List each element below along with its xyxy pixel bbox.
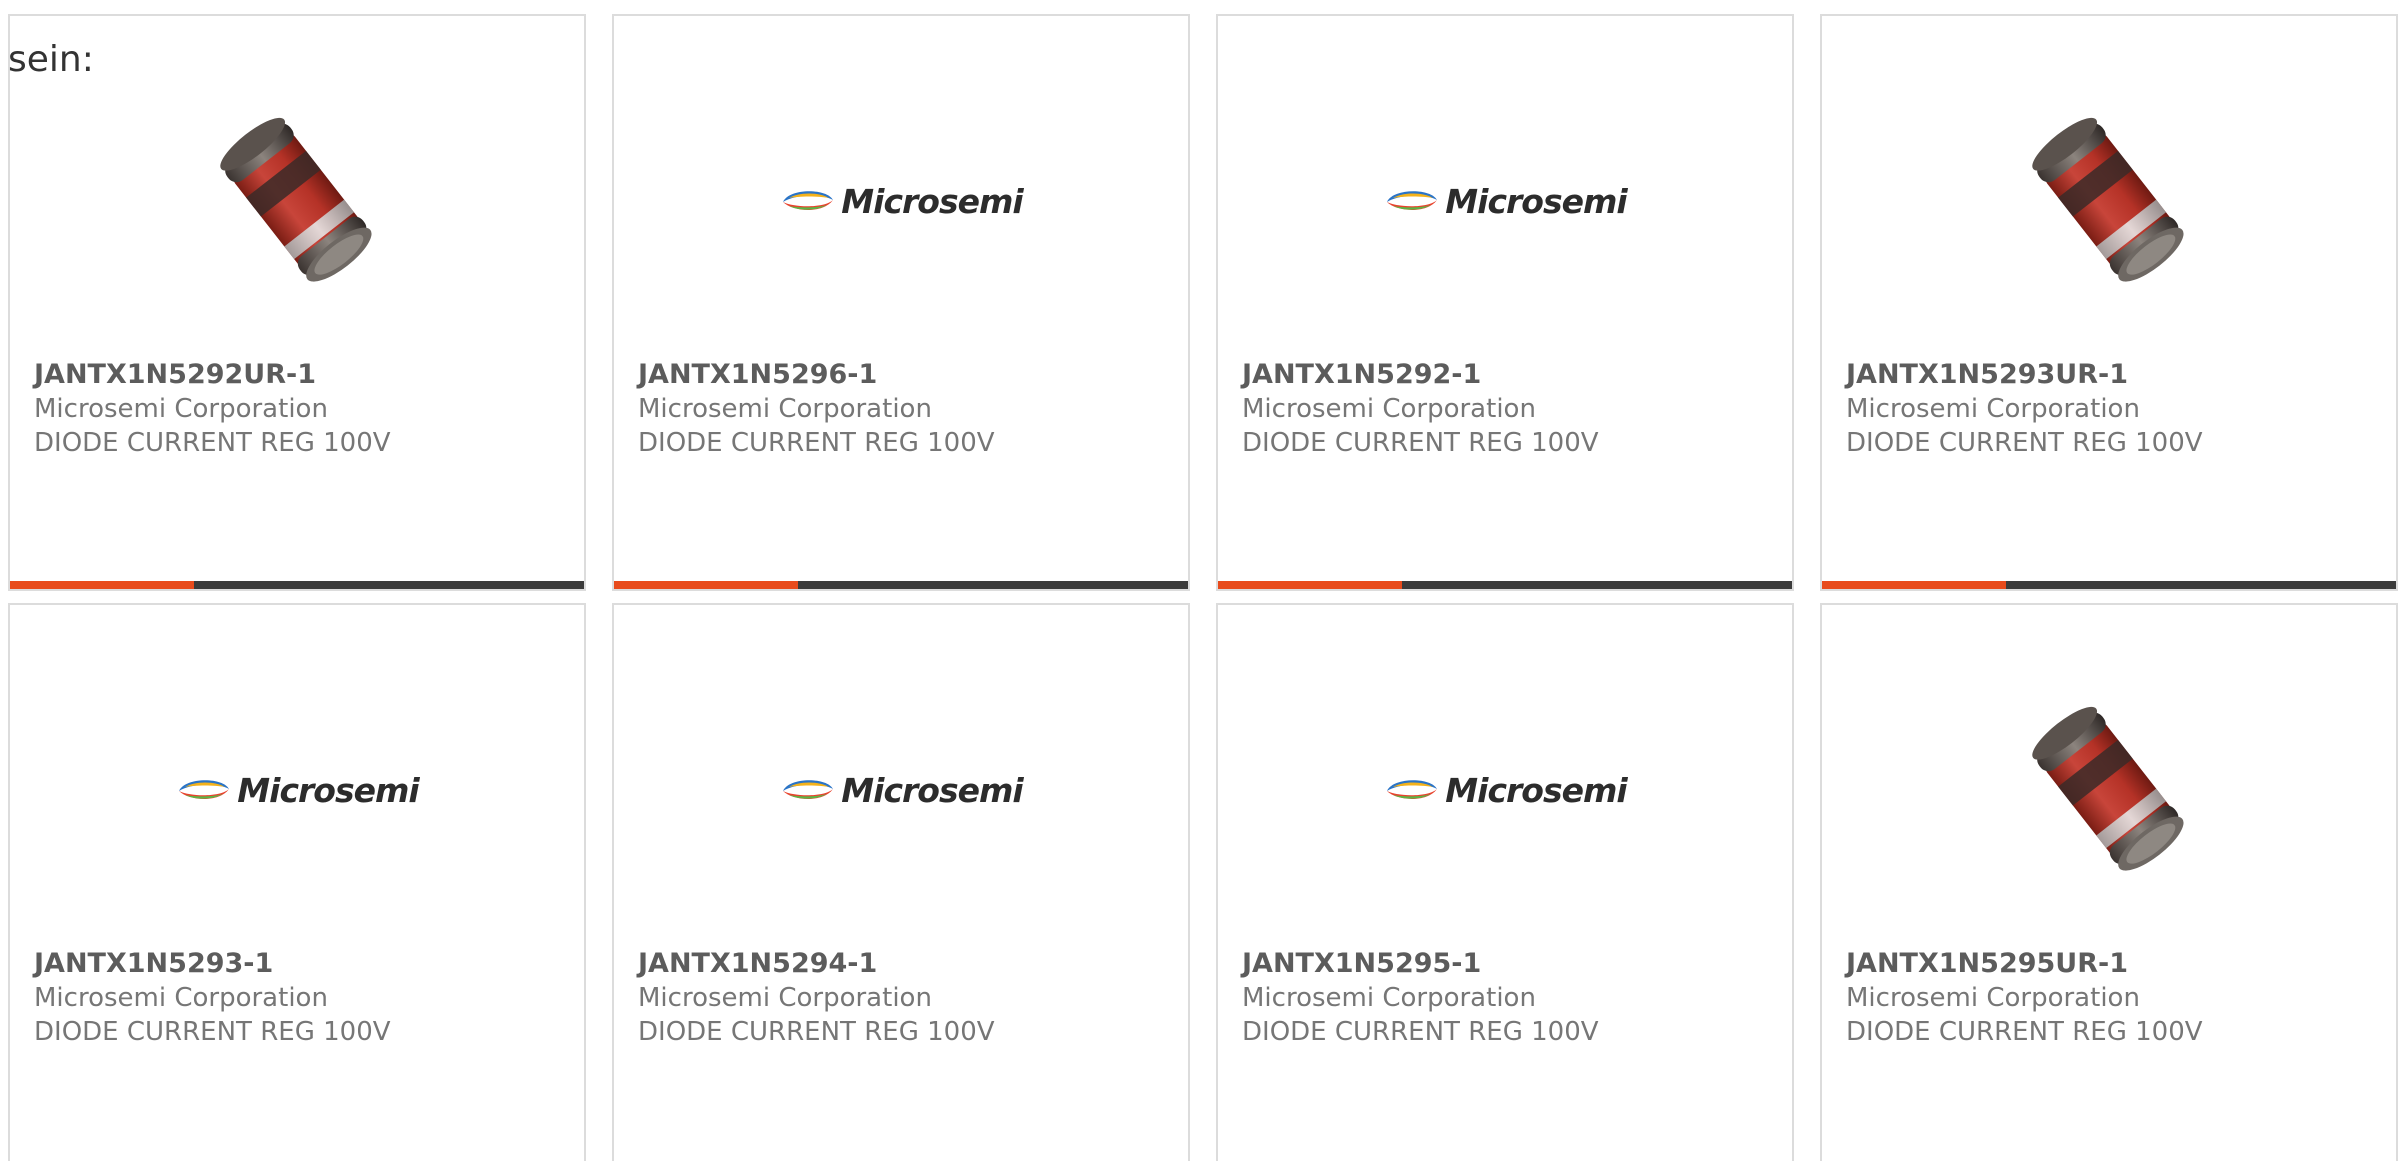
microsemi-logo-icon — [783, 191, 834, 210]
card-accent-fill — [10, 581, 194, 589]
part-number-link[interactable]: JANTX1N5294-1 — [638, 947, 1172, 981]
logo-wordmark: Microsemi — [841, 770, 1023, 810]
diode-image-icon — [220, 117, 372, 282]
product-card[interactable]: JANTX1N5292UR-1 Microsemi Corporation DI… — [8, 14, 586, 591]
microsemi-logo-icon — [783, 780, 834, 799]
part-number-link[interactable]: JANTX1N5296-1 — [638, 358, 1172, 392]
logo-wordmark: Microsemi — [1445, 181, 1627, 221]
description-label: DIODE CURRENT REG 100V — [1846, 1017, 2203, 1047]
diode-image-icon — [2032, 706, 2184, 871]
microsemi-logo: Microsemi — [175, 770, 420, 810]
part-number-link[interactable]: JANTX1N5295-1 — [1242, 947, 1776, 981]
part-number-link[interactable]: JANTX1N5293UR-1 — [1846, 358, 2380, 392]
product-image[interactable] — [1822, 76, 2396, 326]
product-card[interactable]: Microsemi JANTX1N5292-1 Microsemi Corpor… — [1216, 14, 1794, 591]
card-accent-bar — [1218, 581, 1792, 589]
description-label: DIODE CURRENT REG 100V — [34, 428, 391, 458]
product-card[interactable]: Microsemi JANTX1N5294-1 Microsemi Corpor… — [612, 603, 1190, 1161]
product-grid: JANTX1N5292UR-1 Microsemi Corporation DI… — [8, 14, 2398, 1161]
card-accent-bar — [10, 581, 584, 589]
part-number-link[interactable]: JANTX1N5292-1 — [1242, 358, 1776, 392]
product-card[interactable]: JANTX1N5293UR-1 Microsemi Corporation DI… — [1820, 14, 2398, 591]
product-image[interactable] — [10, 76, 584, 326]
microsemi-logo: Microsemi — [1383, 181, 1628, 221]
manufacturer-label: Microsemi Corporation — [638, 394, 932, 424]
card-accent-fill — [614, 581, 798, 589]
product-image[interactable] — [1822, 665, 2396, 915]
lead-text: sein: — [8, 39, 94, 80]
manufacturer-label: Microsemi Corporation — [34, 394, 328, 424]
product-image[interactable]: Microsemi — [1218, 76, 1792, 326]
manufacturer-label: Microsemi Corporation — [1846, 983, 2140, 1013]
product-grid-page: sein: JANTX1N5292UR-1 Microsemi Corporat… — [0, 0, 2404, 1161]
microsemi-logo-icon — [1387, 780, 1438, 799]
logo-wordmark: Microsemi — [237, 770, 419, 810]
manufacturer-label: Microsemi Corporation — [638, 983, 932, 1013]
microsemi-logo: Microsemi — [1383, 770, 1628, 810]
microsemi-logo: Microsemi — [779, 181, 1024, 221]
microsemi-logo-icon — [179, 780, 230, 799]
product-image[interactable]: Microsemi — [614, 76, 1188, 326]
diode-image-icon — [2032, 117, 2184, 282]
part-number-link[interactable]: JANTX1N5293-1 — [34, 947, 568, 981]
description-label: DIODE CURRENT REG 100V — [1242, 428, 1599, 458]
product-card[interactable]: Microsemi JANTX1N5293-1 Microsemi Corpor… — [8, 603, 586, 1161]
product-image[interactable]: Microsemi — [614, 665, 1188, 915]
card-accent-bar — [614, 581, 1188, 589]
logo-wordmark: Microsemi — [1445, 770, 1627, 810]
microsemi-logo: Microsemi — [779, 770, 1024, 810]
manufacturer-label: Microsemi Corporation — [1242, 394, 1536, 424]
part-number-link[interactable]: JANTX1N5292UR-1 — [34, 358, 568, 392]
product-card[interactable]: Microsemi JANTX1N5296-1 Microsemi Corpor… — [612, 14, 1190, 591]
manufacturer-label: Microsemi Corporation — [1846, 394, 2140, 424]
manufacturer-label: Microsemi Corporation — [34, 983, 328, 1013]
product-image[interactable]: Microsemi — [10, 665, 584, 915]
product-card[interactable]: JANTX1N5295UR-1 Microsemi Corporation DI… — [1820, 603, 2398, 1161]
card-accent-fill — [1218, 581, 1402, 589]
product-image[interactable]: Microsemi — [1218, 665, 1792, 915]
microsemi-logo-icon — [1387, 191, 1438, 210]
part-number-link[interactable]: JANTX1N5295UR-1 — [1846, 947, 2380, 981]
manufacturer-label: Microsemi Corporation — [1242, 983, 1536, 1013]
card-accent-fill — [1822, 581, 2006, 589]
product-card[interactable]: Microsemi JANTX1N5295-1 Microsemi Corpor… — [1216, 603, 1794, 1161]
description-label: DIODE CURRENT REG 100V — [1846, 428, 2203, 458]
description-label: DIODE CURRENT REG 100V — [34, 1017, 391, 1047]
description-label: DIODE CURRENT REG 100V — [638, 428, 995, 458]
description-label: DIODE CURRENT REG 100V — [1242, 1017, 1599, 1047]
card-accent-bar — [1822, 581, 2396, 589]
description-label: DIODE CURRENT REG 100V — [638, 1017, 995, 1047]
logo-wordmark: Microsemi — [841, 181, 1023, 221]
